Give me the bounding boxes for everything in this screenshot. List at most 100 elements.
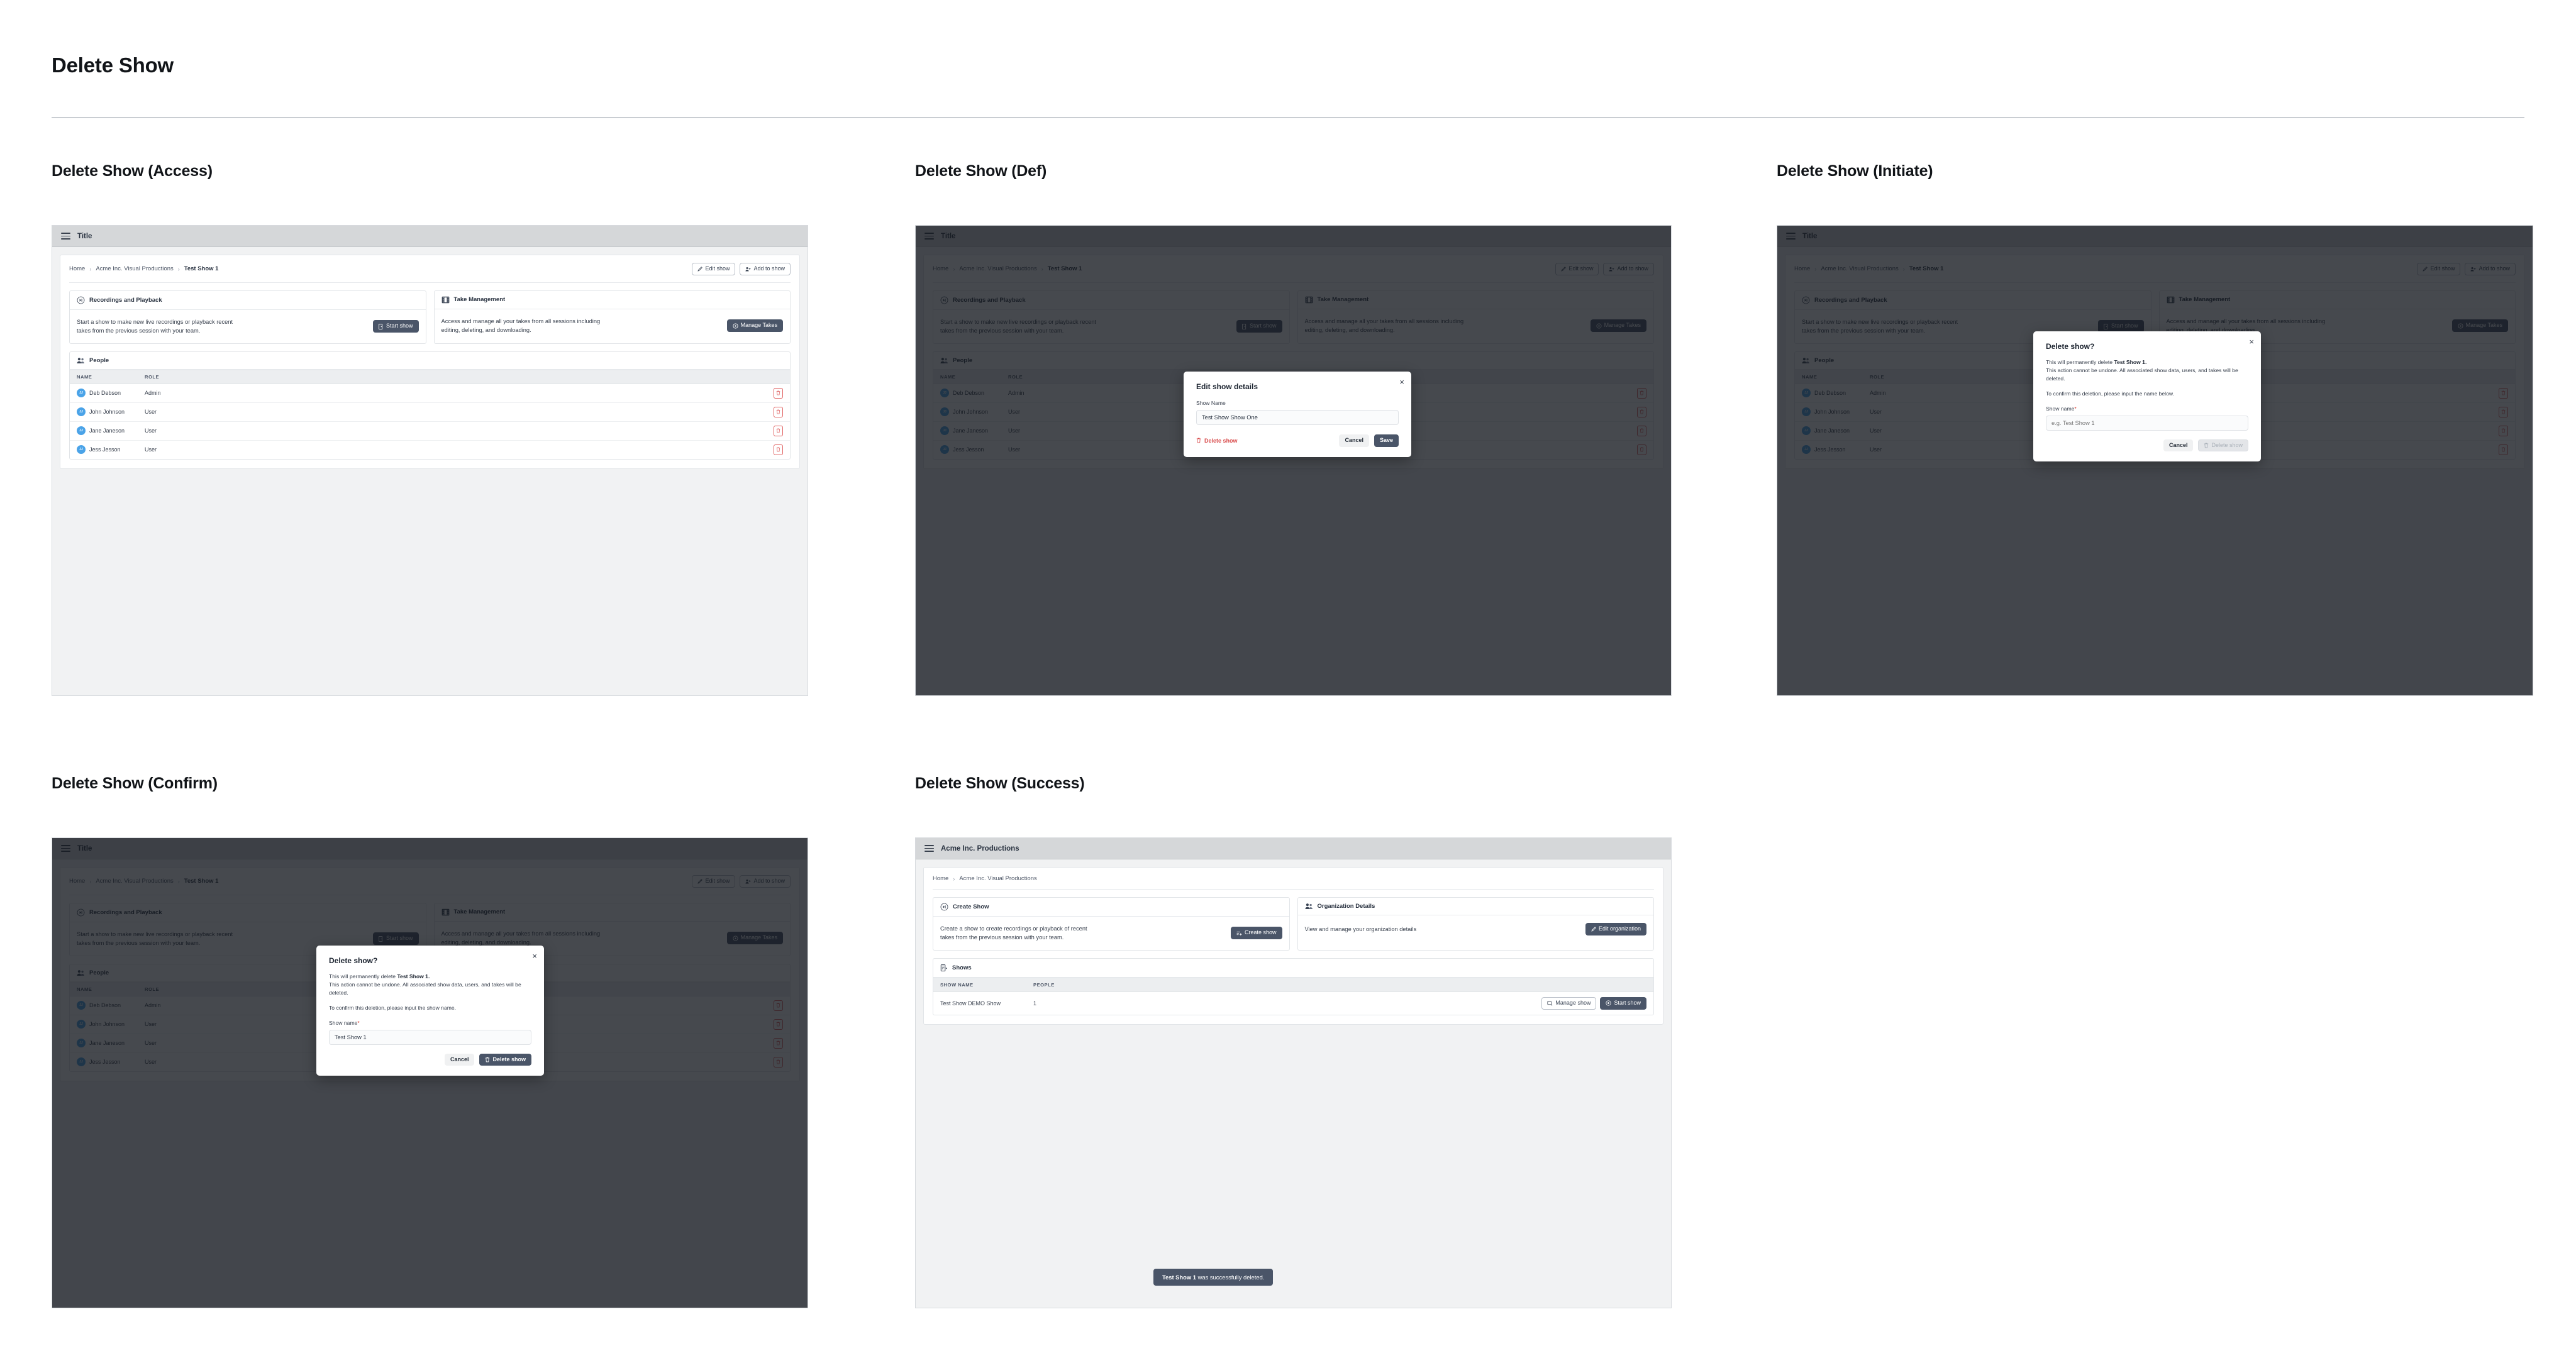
show-row-actions: Manage show Start show xyxy=(1541,996,1646,1010)
delete-person-button[interactable] xyxy=(2499,425,2508,436)
manage-takes-button[interactable]: Manage Takes xyxy=(2451,319,2508,333)
trash-icon xyxy=(776,447,780,452)
delete-show-link[interactable]: Delete show xyxy=(1196,438,1238,444)
breadcrumb-home[interactable]: Home xyxy=(933,875,948,882)
delete-show-button-label: Delete show xyxy=(2211,441,2243,448)
menu-icon[interactable] xyxy=(61,845,70,852)
app-topbar-title: Title xyxy=(77,844,92,853)
confirm-show-name-input[interactable] xyxy=(329,1029,531,1045)
panel-def: Title Home › Acme Inc. Visual Production… xyxy=(915,225,1672,696)
menu-icon[interactable] xyxy=(61,233,70,240)
chevron-right-icon: › xyxy=(177,878,180,885)
delete-person-button[interactable] xyxy=(774,1018,783,1030)
breadcrumb-org[interactable]: Acme Inc. Visual Productions xyxy=(959,265,1036,272)
delete-person-button[interactable] xyxy=(2499,387,2508,399)
breadcrumb-org[interactable]: Acme Inc. Visual Productions xyxy=(1821,265,1898,272)
column-show-name: SHOW NAME xyxy=(940,981,974,988)
start-show-button[interactable]: Start show xyxy=(372,320,419,333)
delete-person-button[interactable] xyxy=(774,1056,783,1068)
app-body: Home › Acme Inc. Visual Productions › Te… xyxy=(52,247,808,477)
organization-card-header: Organization Details xyxy=(1297,898,1653,915)
create-show-card-text: Create a show to create recordings or pl… xyxy=(940,925,1087,941)
gear-icon xyxy=(733,935,738,941)
add-to-show-button[interactable]: Add to show xyxy=(1603,263,1654,275)
save-button[interactable]: Save xyxy=(1374,434,1399,447)
manage-takes-button[interactable]: Manage Takes xyxy=(726,932,783,945)
edit-organization-button[interactable]: Edit organization xyxy=(1585,923,1646,935)
add-to-show-button[interactable]: Add to show xyxy=(2465,263,2516,275)
delete-person-button[interactable] xyxy=(774,444,783,455)
confirm-show-name-input[interactable] xyxy=(2046,415,2248,431)
menu-icon[interactable] xyxy=(924,845,934,852)
toast-message: was successfully deleted. xyxy=(1196,1274,1265,1281)
show-name-input[interactable] xyxy=(1196,410,1399,425)
playback-circle-icon xyxy=(77,908,85,917)
manage-show-button[interactable]: Manage show xyxy=(1541,996,1597,1010)
delete-person-button[interactable] xyxy=(2499,406,2508,417)
close-icon[interactable]: × xyxy=(1399,378,1404,386)
edit-show-button[interactable]: Edit show xyxy=(692,875,736,888)
add-to-show-button[interactable]: Add to show xyxy=(740,263,791,275)
avatar: JJ xyxy=(77,1020,86,1029)
delete-person-button[interactable] xyxy=(1637,444,1646,455)
edit-show-button[interactable]: Edit show xyxy=(2417,263,2461,275)
person-name: Deb Debson xyxy=(89,390,121,397)
cancel-button[interactable]: Cancel xyxy=(2163,439,2194,452)
delete-person-button[interactable] xyxy=(774,387,783,399)
start-show-button[interactable]: Start show xyxy=(1600,996,1646,1010)
delete-show-button[interactable]: Delete show xyxy=(479,1053,531,1066)
modal-warning-line2: This action cannot be undone. All associ… xyxy=(329,981,521,996)
edit-show-details-modal: × Edit show details Show Name Delete sho… xyxy=(1184,372,1411,457)
manage-takes-label: Manage Takes xyxy=(2465,322,2502,329)
cancel-button[interactable]: Cancel xyxy=(1339,434,1369,447)
modal-title: Delete show? xyxy=(2046,342,2095,351)
close-icon[interactable]: × xyxy=(2249,338,2254,346)
breadcrumb-home[interactable]: Home xyxy=(933,265,948,272)
start-show-button[interactable]: Start show xyxy=(372,932,419,946)
edit-show-label: Edit show xyxy=(2430,265,2455,272)
edit-show-button[interactable]: Edit show xyxy=(1555,263,1599,275)
create-show-card: Create Show Create a show to create reco… xyxy=(933,897,1290,951)
close-icon[interactable]: × xyxy=(532,952,537,960)
start-show-icon xyxy=(2104,323,2108,329)
delete-person-button[interactable] xyxy=(1637,387,1646,399)
breadcrumb-home[interactable]: Home xyxy=(69,265,85,272)
warning-show-name: Test Show 1. xyxy=(2114,359,2147,365)
delete-show-button[interactable]: Delete show xyxy=(2198,439,2248,452)
breadcrumb-org[interactable]: Acme Inc. Visual Productions xyxy=(96,878,173,885)
menu-icon[interactable] xyxy=(1786,233,1796,240)
avatar: JJ xyxy=(77,426,86,436)
avatar: JJ xyxy=(940,426,949,436)
warning-prefix: This will permanently delete xyxy=(2046,359,2114,365)
info-cards: Recordings and Playback Start a show to … xyxy=(69,290,791,344)
people-icon xyxy=(77,969,84,976)
cancel-button[interactable]: Cancel xyxy=(444,1053,475,1066)
manage-takes-button[interactable]: Manage Takes xyxy=(726,319,783,333)
delete-person-button[interactable] xyxy=(774,406,783,417)
person-name: Jane Janeson xyxy=(89,1040,125,1047)
delete-person-button[interactable] xyxy=(1637,406,1646,417)
chevron-right-icon: › xyxy=(1902,265,1905,272)
start-show-label: Start show xyxy=(2111,323,2138,329)
breadcrumb-home[interactable]: Home xyxy=(1794,265,1810,272)
delete-person-button[interactable] xyxy=(774,1037,783,1049)
section-heading-confirm: Delete Show (Confirm) xyxy=(52,775,218,792)
delete-person-button[interactable] xyxy=(2499,444,2508,455)
start-show-button[interactable]: Start show xyxy=(1236,320,1282,333)
delete-person-button[interactable] xyxy=(774,425,783,436)
breadcrumb-org[interactable]: Acme Inc. Visual Productions xyxy=(96,265,173,272)
takes-card-title: Take Management xyxy=(453,908,506,916)
add-user-icon xyxy=(2470,267,2476,272)
add-to-show-button[interactable]: Add to show xyxy=(740,875,791,888)
menu-icon[interactable] xyxy=(924,233,934,240)
edit-show-button[interactable]: Edit show xyxy=(692,263,736,275)
breadcrumb-home[interactable]: Home xyxy=(69,878,85,885)
delete-person-button[interactable] xyxy=(1637,425,1646,436)
delete-person-button[interactable] xyxy=(774,1000,783,1011)
people-card-title: People xyxy=(1814,356,1835,364)
start-show-label: Start show xyxy=(1249,323,1277,329)
manage-takes-button[interactable]: Manage Takes xyxy=(1590,319,1646,333)
card-divider xyxy=(69,282,791,283)
create-show-button[interactable]: Create show xyxy=(1230,927,1282,940)
recordings-card-text: Start a show to make new live recordings… xyxy=(77,930,233,947)
